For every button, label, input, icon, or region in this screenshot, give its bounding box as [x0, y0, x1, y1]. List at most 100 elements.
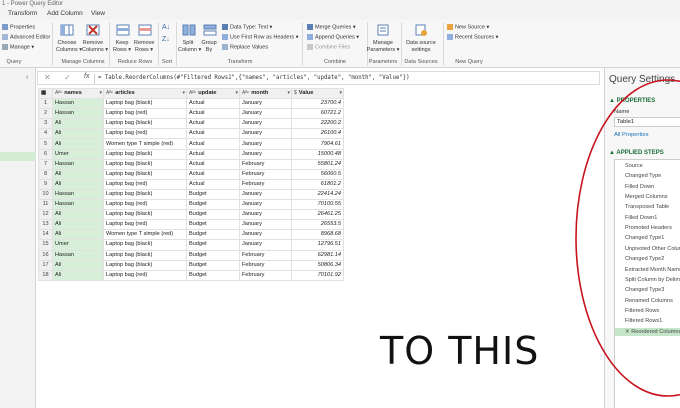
row-number[interactable]: 9 [38, 178, 53, 190]
table-corner-icon[interactable]: ▦ [38, 87, 53, 100]
cell-articles[interactable]: Laptop bag (black) [103, 168, 187, 180]
column-header-month[interactable]: Aᴮᶜ month ▾ [239, 87, 292, 100]
table-row[interactable]: 15 Umer Laptop bag (black) Budget January 127… [38, 239, 344, 251]
cell-articles[interactable]: Laptop bag (black) [103, 98, 187, 110]
cell-articles[interactable]: Laptop bag (black) [103, 158, 187, 170]
cell-value[interactable]: 15000.48 [291, 148, 344, 160]
cell-update[interactable]: Actual [186, 128, 240, 140]
group-by-button[interactable]: Group By [200, 40, 218, 54]
cell-articles[interactable]: Laptop bag (black) [103, 148, 187, 160]
tab-add-column[interactable]: Add Column [47, 8, 83, 20]
cell-month[interactable]: February [239, 168, 292, 180]
merge-queries-button[interactable]: Merge Queries ▾ [307, 24, 356, 31]
cell-month[interactable]: January [239, 219, 292, 231]
properties-header[interactable]: ▲ PROPERTIES [609, 98, 655, 104]
applied-step[interactable]: Filtered Rows1 [625, 317, 662, 325]
row-number[interactable]: 5 [38, 138, 53, 150]
row-number[interactable]: 17 [38, 259, 53, 271]
cell-update[interactable]: Actual [186, 178, 240, 190]
cell-articles[interactable]: Women type T simple (red) [103, 229, 187, 241]
choose-columns-button[interactable]: Choose Columns ▾ [56, 40, 82, 54]
cell-names[interactable]: Ali [52, 128, 104, 140]
text-type-icon[interactable]: Aᴮᶜ [189, 90, 196, 96]
cell-names[interactable]: Hassan [52, 199, 104, 211]
cell-month[interactable]: January [239, 128, 292, 140]
cell-update[interactable]: Budget [186, 209, 240, 221]
column-header-articles[interactable]: Aᴮᶜ articles ▾ [103, 87, 187, 100]
column-header-update[interactable]: Aᴮᶜ update ▾ [186, 87, 240, 100]
split-column-button[interactable]: Split Column ▾ [178, 40, 201, 54]
use-first-row-headers-button[interactable]: Use First Row as Headers ▾ [222, 34, 298, 41]
cell-month[interactable]: February [239, 158, 292, 170]
row-number[interactable]: 11 [38, 199, 53, 211]
cell-value[interactable]: 55801.24 [291, 158, 344, 170]
cell-names[interactable]: Hassan [52, 158, 104, 170]
row-number[interactable]: 7 [38, 158, 53, 170]
applied-step[interactable]: Changed Type [625, 172, 661, 180]
data-source-settings-button[interactable]: Data source settings [402, 40, 440, 54]
chevron-left-icon[interactable]: ‹ [26, 74, 28, 81]
cell-month[interactable]: February [239, 249, 292, 261]
selected-query-highlight[interactable] [0, 152, 36, 161]
table-row[interactable]: 10 Hassan Laptop bag (black) Budget January 2… [38, 188, 344, 201]
text-type-icon[interactable]: Aᴮᶜ [106, 90, 113, 96]
cell-update[interactable]: Actual [186, 168, 240, 180]
cell-value[interactable]: 70100.55 [291, 199, 344, 211]
table-row[interactable]: 6 Umer Laptop bag (black) Actual January 1500… [38, 148, 344, 160]
cell-names[interactable]: Ali [52, 219, 104, 231]
cell-month[interactable]: January [239, 98, 292, 110]
applied-step[interactable]: Extracted Month Name [625, 266, 680, 274]
cell-articles[interactable]: Laptop bag (red) [103, 269, 187, 281]
text-type-icon[interactable]: Aᴮᶜ [242, 90, 249, 96]
cell-names[interactable]: Ali [52, 209, 104, 221]
cell-articles[interactable]: Laptop bag (red) [103, 108, 187, 120]
applied-step[interactable]: Source [625, 162, 643, 170]
cell-value[interactable]: 7904.61 [291, 138, 344, 150]
applied-step[interactable]: Filled Down1 [625, 214, 657, 222]
remove-columns-button[interactable]: Remove Columns ▾ [82, 40, 108, 54]
row-number[interactable]: 15 [38, 239, 53, 251]
data-type-dropdown[interactable]: Data Type: Text ▾ [222, 24, 272, 31]
cell-articles[interactable]: Laptop bag (black) [103, 249, 187, 261]
cell-update[interactable]: Actual [186, 118, 240, 130]
cell-value[interactable]: 12796.51 [291, 239, 344, 251]
all-properties-link[interactable]: All Properties [614, 132, 648, 138]
cell-value[interactable]: 26553.5 [291, 219, 344, 231]
cell-articles[interactable]: Laptop bag (black) [103, 188, 187, 201]
row-number[interactable]: 8 [38, 168, 53, 180]
row-number[interactable]: 2 [38, 108, 53, 120]
properties-button[interactable]: Properties [2, 24, 35, 31]
cell-articles[interactable]: Laptop bag (black) [103, 118, 187, 130]
filter-dropdown-icon[interactable]: ▾ [339, 90, 342, 98]
row-number[interactable]: 18 [38, 269, 53, 281]
applied-step[interactable]: Filled Down [625, 183, 654, 191]
cell-value[interactable]: 26100.4 [291, 128, 344, 140]
cell-month[interactable]: January [239, 199, 292, 211]
cell-articles[interactable]: Women type T simple (red) [103, 138, 187, 150]
filter-dropdown-icon[interactable]: ▾ [99, 90, 102, 98]
cell-update[interactable]: Budget [186, 259, 240, 271]
applied-step[interactable]: ✕ Reordered Columns [615, 327, 680, 336]
cell-names[interactable]: Ali [52, 269, 104, 281]
confirm-icon[interactable]: ✓ [64, 73, 71, 82]
tab-transform[interactable]: Transform [8, 8, 37, 20]
row-number[interactable]: 12 [38, 209, 53, 221]
cell-update[interactable]: Budget [186, 239, 240, 251]
cell-month[interactable]: February [239, 178, 292, 190]
table-row[interactable]: 12 Ali Laptop bag (black) Budget January 2646… [38, 209, 344, 221]
cell-value[interactable]: 22414.24 [291, 188, 344, 201]
applied-step[interactable]: Renamed Columns [625, 297, 673, 305]
cell-update[interactable]: Actual [186, 148, 240, 160]
applied-step[interactable]: Promoted Headers [625, 224, 672, 232]
cell-update[interactable]: Budget [186, 249, 240, 261]
applied-step[interactable]: Unpivoted Other Columns [625, 245, 680, 253]
cell-articles[interactable]: Laptop bag (red) [103, 219, 187, 231]
cell-update[interactable]: Actual [186, 138, 240, 150]
remove-rows-button[interactable]: Remove Rows ▾ [134, 40, 154, 54]
table-row[interactable]: 11 Hassan Laptop bag (red) Budget January 701… [38, 199, 344, 211]
table-row[interactable]: 17 Ali Laptop bag (black) Budget February 508… [38, 259, 344, 271]
cell-value[interactable]: 60721.2 [291, 108, 344, 120]
cancel-icon[interactable]: ✕ [44, 73, 51, 82]
table-row[interactable]: 18 Ali Laptop bag (red) Budget February 70101… [38, 269, 344, 281]
cell-names[interactable]: Hassan [52, 188, 104, 201]
